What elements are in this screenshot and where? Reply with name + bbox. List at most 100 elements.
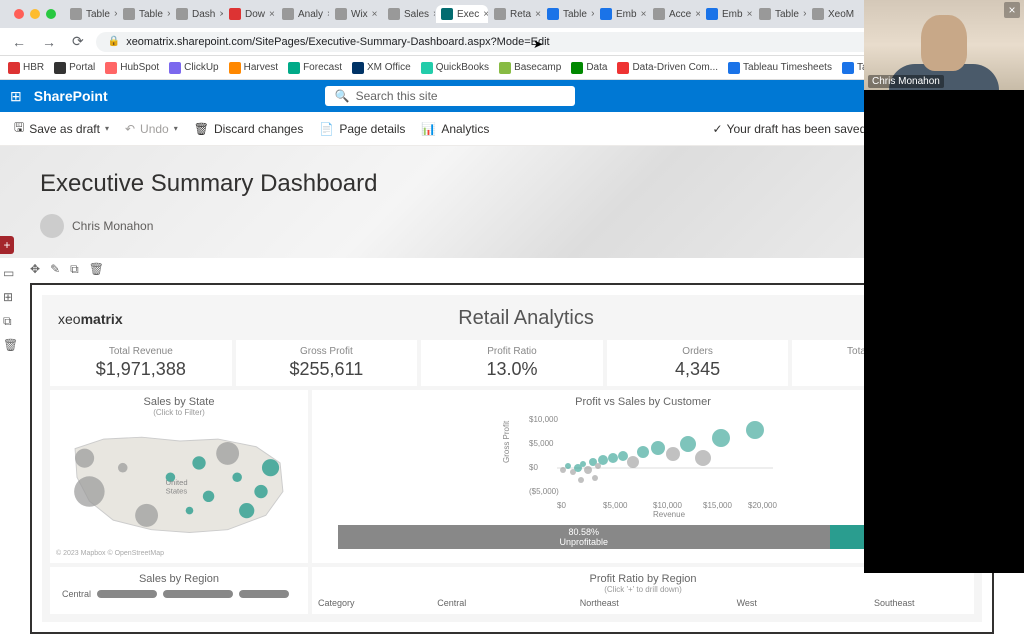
app-launcher-icon[interactable]: ⊞	[10, 88, 22, 105]
undo-button[interactable]: ↶ Undo ▾	[125, 122, 178, 136]
duplicate-icon[interactable]: ⧉	[70, 262, 79, 277]
copy-icon[interactable]: ⧉	[3, 314, 17, 328]
delete-icon[interactable]: 🗑	[3, 338, 17, 352]
browser-tab[interactable]: Table×	[754, 5, 806, 23]
close-icon[interactable]: ×	[695, 9, 700, 20]
browser-tab[interactable]: Acce×	[648, 5, 700, 23]
close-icon[interactable]: ×	[535, 9, 541, 20]
layout-icon[interactable]: ⊞	[3, 290, 17, 304]
tab-label: XeoM	[828, 9, 854, 20]
bookmark-item[interactable]: HBR	[8, 62, 44, 74]
reload-button[interactable]: ⟳	[68, 33, 88, 50]
draft-saved-status: ✓ Your draft has been saved	[713, 122, 867, 136]
address-bar[interactable]: 🔒 xeomatrix.sharepoint.com/SitePages/Exe…	[96, 32, 924, 52]
close-icon[interactable]: ×	[167, 9, 170, 20]
analytics-button[interactable]: 📊 Analytics	[421, 122, 489, 136]
close-icon[interactable]: ×	[114, 9, 117, 20]
close-icon[interactable]: ×	[641, 9, 647, 20]
browser-tab[interactable]: Table ×	[542, 5, 594, 23]
bookmark-item[interactable]: QuickBooks	[421, 62, 489, 74]
tab-label: Table	[139, 9, 163, 20]
edit-icon[interactable]: ✎	[50, 262, 60, 277]
save-draft-button[interactable]: 🖫 Save as draft ▾	[14, 118, 109, 139]
bookmark-item[interactable]: Harvest	[229, 62, 278, 74]
column-header[interactable]: Northeast	[526, 598, 674, 608]
discard-button[interactable]: 🗑 Discard changes	[194, 122, 304, 136]
bookmark-item[interactable]: XM Office	[352, 62, 411, 74]
browser-tab[interactable]: Sales×	[383, 5, 435, 23]
close-icon[interactable]: ×	[591, 9, 594, 20]
back-button[interactable]: ←	[8, 34, 30, 50]
kpi-label: Orders	[613, 346, 783, 357]
svg-text:$15,000: $15,000	[703, 501, 732, 510]
profitability-bar[interactable]: 80.58% Unprofitable 19.42% Profitable	[338, 525, 948, 549]
close-icon[interactable]: ×	[433, 9, 435, 20]
tab-label: Table	[563, 9, 587, 20]
embed-webpart[interactable]: xeomatrix Retail Analytics ⓘ ☰ Total Rev…	[30, 283, 994, 634]
trash-icon[interactable]: 🗑	[89, 262, 104, 277]
bookmark-item[interactable]: Data-Driven Com...	[617, 62, 718, 74]
bookmark-item[interactable]: HubSpot	[105, 62, 159, 74]
browser-tab[interactable]: Analy×	[277, 5, 329, 23]
page-title[interactable]: Executive Summary Dashboard	[40, 170, 984, 198]
move-icon[interactable]: ✥	[30, 262, 40, 277]
browser-tab[interactable]: XeoM ×	[807, 5, 859, 23]
browser-tab[interactable]: Wix×	[330, 5, 382, 23]
kpi-value: 4,345	[613, 359, 783, 380]
kpi-card[interactable]: Orders 4,345	[607, 340, 789, 386]
browser-tab[interactable]: Table ×	[118, 5, 170, 23]
close-icon[interactable]: ×	[372, 9, 378, 20]
profit-ratio-region-viz[interactable]: Profit Ratio by Region (Click '+' to dri…	[312, 567, 974, 614]
window-controls[interactable]	[6, 9, 64, 19]
sharepoint-label[interactable]: SharePoint	[34, 88, 108, 104]
section-icon[interactable]: ▭	[3, 266, 17, 280]
map-viz[interactable]: Sales by State (Click to Filter)	[50, 390, 308, 563]
bookmark-item[interactable]: Tableau Timesheets	[728, 62, 832, 74]
add-section-button[interactable]: +	[0, 236, 14, 254]
column-header[interactable]: Central	[378, 598, 526, 608]
us-map[interactable]: United States	[56, 417, 302, 547]
kpi-card[interactable]: Total Revenue$1,971,388	[50, 340, 232, 386]
browser-tab[interactable]: Emb×	[701, 5, 753, 23]
check-icon: ✓	[713, 122, 723, 136]
close-icon[interactable]: ×	[803, 9, 806, 20]
browser-tab[interactable]: Table×	[65, 5, 117, 23]
kpi-label: Gross Profit	[242, 346, 412, 357]
kpi-card[interactable]: Profit Ratio13.0%	[421, 340, 603, 386]
bookmark-item[interactable]: Forecast	[288, 62, 342, 74]
kpi-card[interactable]: Gross Profit$255,611	[236, 340, 418, 386]
chevron-down-icon[interactable]: ▾	[174, 124, 178, 133]
close-icon[interactable]: ×	[219, 9, 223, 20]
browser-tab[interactable]: Exec×	[436, 5, 488, 23]
browser-tab[interactable]: Emb×	[595, 5, 647, 23]
favicon	[600, 8, 612, 20]
close-icon[interactable]: ×	[858, 9, 859, 20]
column-header[interactable]: Southeast	[821, 598, 969, 608]
browser-tab[interactable]: Dash×	[171, 5, 223, 23]
bookmark-item[interactable]: Data	[571, 62, 607, 74]
page-details-button[interactable]: 📄 Page details	[319, 122, 405, 136]
bookmark-item[interactable]: Basecamp	[499, 62, 561, 74]
favicon	[706, 8, 718, 20]
bookmark-item[interactable]: ClickUp	[169, 62, 218, 74]
search-box[interactable]: 🔍 Search this site	[325, 86, 575, 106]
video-thumbnail[interactable]: Chris Monahon ×	[864, 0, 1024, 90]
browser-tab[interactable]: Dow×	[224, 5, 276, 23]
close-icon[interactable]: ×	[1004, 2, 1020, 18]
browser-tab[interactable]: Reta×	[489, 5, 541, 23]
close-icon[interactable]: ×	[269, 9, 275, 20]
close-icon[interactable]: ×	[327, 9, 329, 20]
forward-button[interactable]: →	[38, 34, 60, 50]
close-window-icon[interactable]	[14, 9, 24, 19]
sales-by-region-viz[interactable]: Sales by Region Central	[50, 567, 308, 614]
column-header[interactable]: Category	[318, 598, 378, 608]
chevron-down-icon[interactable]: ▾	[105, 124, 109, 133]
bookmark-icon	[288, 62, 300, 74]
close-icon[interactable]: ×	[483, 9, 488, 20]
author-line[interactable]: Chris Monahon	[40, 214, 984, 238]
minimize-window-icon[interactable]	[30, 9, 40, 19]
maximize-window-icon[interactable]	[46, 9, 56, 19]
column-header[interactable]: West	[673, 598, 821, 608]
close-icon[interactable]: ×	[747, 9, 753, 20]
bookmark-item[interactable]: Portal	[54, 62, 95, 74]
